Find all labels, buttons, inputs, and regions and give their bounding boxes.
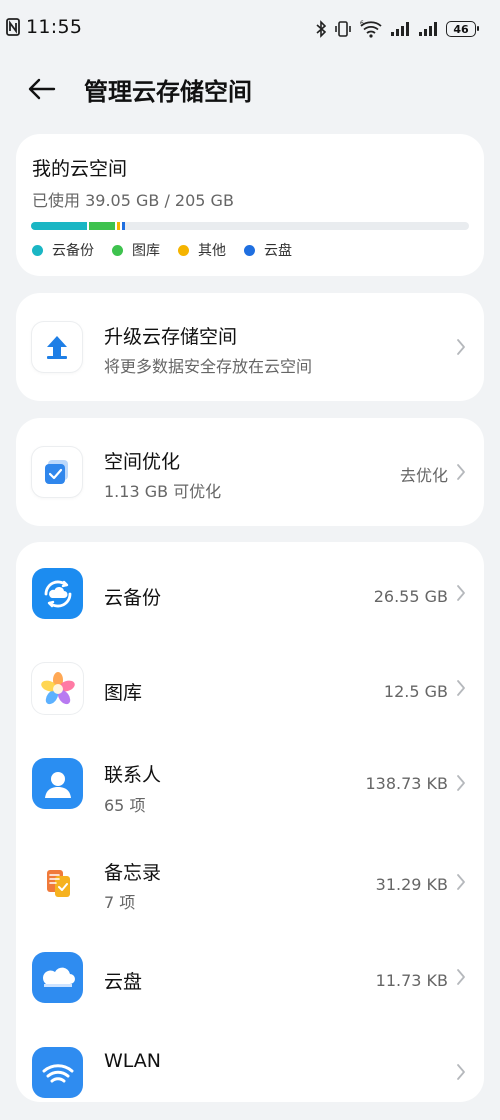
storage-used-text: 已使用 39.05 GB / 205 GB [32, 191, 234, 210]
app-title: 图库 [104, 682, 143, 704]
battery-icon: 46 [446, 21, 479, 37]
cloud-drive-icon [32, 952, 83, 1003]
chevron-right-icon [457, 464, 465, 480]
space-optimize-row[interactable]: 空间优化 1.13 GB 可优化 去优化 [16, 418, 484, 526]
app-title: 联系人 [104, 764, 162, 786]
wifi-icon: 6 [360, 20, 382, 38]
legend-item: 云备份 [32, 240, 94, 260]
chevron-right-icon [457, 969, 465, 985]
page-title: 管理云存储空间 [84, 78, 252, 106]
signal-icon [418, 21, 438, 37]
list-item-gallery[interactable]: 图库 12.5 GB [16, 641, 484, 736]
usage-segment [88, 222, 116, 230]
optimize-title: 空间优化 [104, 451, 181, 473]
app-title: WLAN [104, 1050, 162, 1072]
legend-label: 云备份 [52, 243, 94, 259]
gallery-icon [32, 663, 83, 714]
upgrade-title: 升级云存储空间 [104, 326, 238, 348]
storage-title: 我的云空间 [32, 158, 128, 180]
vibrate-icon [334, 20, 352, 38]
header: 管理云存储空间 [0, 62, 500, 116]
chevron-right-icon [457, 775, 465, 791]
upgrade-storage-row[interactable]: 升级云存储空间 将更多数据安全存放在云空间 [16, 293, 484, 401]
chevron-right-icon [457, 1064, 465, 1080]
chevron-right-icon [457, 585, 465, 601]
list-item-wlan[interactable]: WLAN [16, 1025, 484, 1120]
upload-arrow-icon [32, 322, 82, 372]
legend-label: 其他 [198, 243, 226, 259]
list-item-contacts[interactable]: 联系人 65 项 138.73 KB [16, 736, 484, 831]
list-item-cloud-backup[interactable]: 云备份 26.55 GB [16, 546, 484, 641]
chevron-right-icon [457, 874, 465, 890]
upgrade-subtitle: 将更多数据安全存放在云空间 [104, 357, 313, 376]
legend-item: 其他 [178, 240, 226, 260]
app-size: 12.5 GB [383, 682, 448, 701]
optimize-action[interactable]: 去优化 [400, 462, 448, 486]
app-title: 云备份 [104, 587, 162, 609]
battery-level: 46 [453, 22, 469, 36]
app-item-count: 7 项 [104, 893, 136, 912]
optimize-check-icon [32, 447, 82, 497]
app-size: 11.73 KB [375, 971, 448, 990]
apps-storage-list: 云备份 26.55 GB 图库 12.5 GB 联系人 65 项 138.73 … [16, 542, 484, 1102]
legend-dot [178, 244, 189, 256]
legend-label: 图库 [132, 243, 160, 259]
status-time: 11:55 [26, 16, 83, 38]
usage-segment [31, 222, 87, 230]
back-button[interactable] [22, 71, 62, 107]
legend-item: 云盘 [244, 240, 292, 260]
contacts-icon [32, 758, 83, 809]
storage-card[interactable]: 我的云空间 已使用 39.05 GB / 205 GB 云备份 图库 其他 云盘 [16, 134, 484, 276]
svg-text:6: 6 [360, 20, 364, 27]
app-item-count: 65 项 [104, 796, 146, 815]
wlan-icon [32, 1047, 83, 1098]
storage-usage-bar [31, 222, 469, 230]
usage-segment [122, 222, 126, 230]
legend-dot [112, 244, 123, 256]
nfc-icon [6, 18, 20, 36]
app-title: 备忘录 [104, 862, 162, 884]
legend-item: 图库 [112, 240, 160, 260]
app-title: 云盘 [104, 971, 143, 993]
notes-icon [32, 857, 83, 908]
status-bar: 11:55 6 46 [0, 0, 500, 58]
legend-dot [244, 244, 255, 256]
cloud-backup-icon [32, 568, 83, 619]
app-size: 138.73 KB [365, 774, 448, 793]
chevron-right-icon [457, 339, 465, 355]
chevron-right-icon [457, 680, 465, 696]
app-size: 26.55 GB [373, 587, 448, 606]
list-item-cloud-drive[interactable]: 云盘 11.73 KB [16, 930, 484, 1025]
status-icons: 6 46 [6, 18, 479, 40]
legend-dot [32, 244, 43, 256]
optimize-subtitle: 1.13 GB 可优化 [104, 482, 222, 501]
back-arrow-icon [28, 78, 56, 100]
bluetooth-icon [316, 20, 326, 38]
legend-label: 云盘 [264, 243, 292, 259]
list-item-notes[interactable]: 备忘录 7 项 31.29 KB [16, 835, 484, 930]
storage-legend: 云备份 图库 其他 云盘 [32, 240, 292, 260]
signal-icon [390, 21, 410, 37]
app-size: 31.29 KB [375, 875, 448, 894]
